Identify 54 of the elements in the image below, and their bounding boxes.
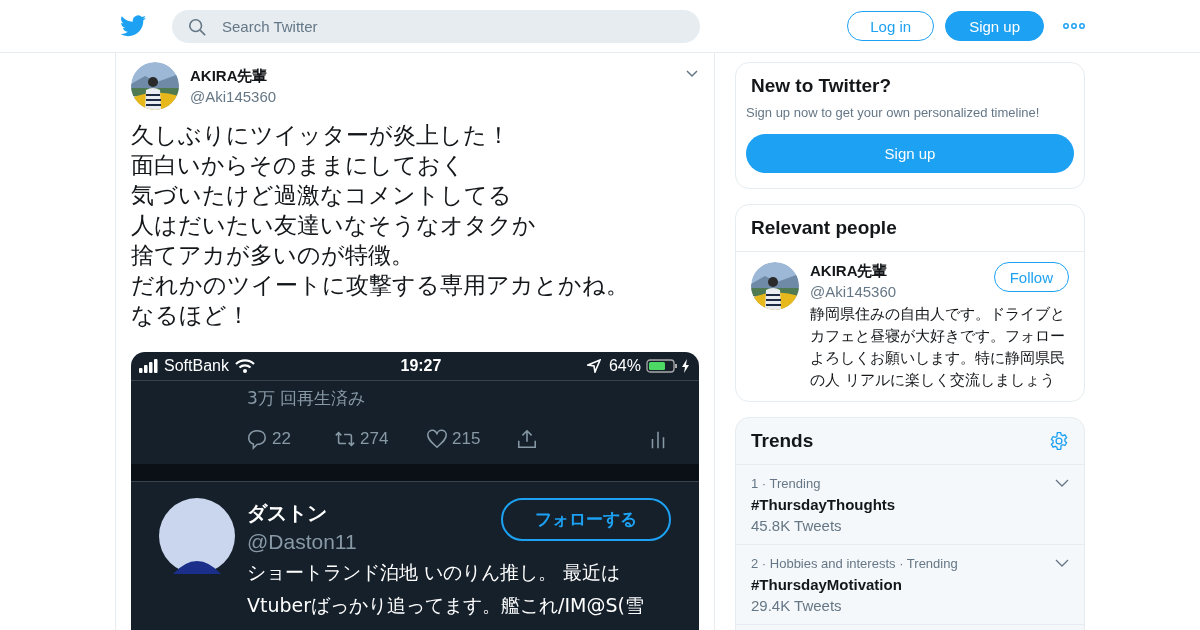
tweet-count: 45.8K Tweets — [751, 517, 843, 534]
tweet-text-line: だれかのツイートに攻撃する専用アカとかね。 — [131, 271, 629, 300]
signup-button[interactable]: Sign up — [945, 11, 1044, 41]
profile-handle[interactable]: @Daston11 — [247, 530, 357, 554]
heart-icon[interactable] — [426, 428, 448, 450]
tweet-text-line: 久しぶりにツイッターが炎上した！ — [131, 121, 510, 150]
battery-icon — [646, 359, 678, 373]
card-text: Sign up now to get your own personalized timeline! — [745, 105, 1041, 120]
search-icon — [188, 17, 206, 36]
speech-bubble-icon[interactable] — [246, 428, 268, 450]
signup-button[interactable]: Sign up — [746, 134, 1074, 173]
action-count: 274 — [360, 429, 389, 449]
login-button[interactable]: Log in — [847, 11, 935, 41]
action-count: 22 — [272, 429, 291, 449]
follow-button[interactable]: Follow — [993, 262, 1069, 292]
trend-meta: 2 · Hobbies and interests · Trending — [751, 556, 958, 571]
author-name[interactable]: AKIRA先輩 — [190, 67, 277, 86]
trend-meta: 1 · Trending — [751, 476, 821, 491]
chevron-down-icon[interactable] — [1055, 558, 1069, 568]
tweet-text-line: なるほど！ — [131, 301, 250, 330]
chevron-down-icon[interactable] — [1055, 478, 1069, 488]
profile-bio-line: Vtuberばっかり追ってます。艦これ/IM@S(雪 — [247, 593, 645, 618]
bird-logo-icon[interactable] — [120, 15, 146, 37]
person-bio: 静岡県住みの自由人です。ドライブとカフェと昼寝が大好きです。フォローよろしくお願いします。特に静岡県民の人 リアルに楽しく交流しましょう — [810, 304, 1066, 391]
search-field[interactable]: Search Twitter — [172, 9, 700, 43]
clock-time: 19:27 — [400, 357, 442, 374]
tweet-text-line: 捨てアカが多いのが特徴。 — [131, 241, 414, 270]
profile-name[interactable]: ダストン — [247, 500, 357, 527]
tweet-text-line: 人はだいたい友達いなそうなオタクか — [131, 211, 536, 240]
view-count: 3万 回再生済み — [246, 387, 367, 410]
wifi-icon — [234, 359, 255, 373]
share-icon[interactable] — [516, 428, 538, 450]
more-icon[interactable] — [1063, 23, 1085, 29]
card-title: New to Twitter? — [750, 74, 893, 98]
person-handle[interactable]: @Aki145360 — [810, 283, 897, 300]
charging-bolt-icon — [681, 359, 691, 373]
person-name[interactable]: AKIRA先輩 — [810, 262, 897, 281]
avatar[interactable] — [159, 498, 235, 574]
profile-bio-line: ショートランド泊地 いのりん推し。 最近は — [247, 560, 622, 585]
follow-button[interactable]: フォローする — [501, 498, 671, 541]
trend-hashtag[interactable]: #ThursdayMotivation — [751, 576, 1069, 593]
location-arrow-icon — [586, 359, 601, 373]
tweet-text-line: 面白いからそのままにしておく — [131, 151, 465, 180]
tweet-count: 29.4K Tweets — [751, 597, 843, 614]
author-handle[interactable]: @Aki145360 — [190, 88, 277, 105]
card-title: Relevant people — [736, 205, 1084, 252]
signal-icon — [139, 359, 159, 373]
tweet-text-line: 気づいたけど過激なコメントしてる — [131, 181, 512, 210]
battery-percent: 64% — [608, 357, 641, 375]
card-title: Trends — [750, 429, 815, 453]
settings-icon[interactable] — [1049, 431, 1069, 451]
action-count: 215 — [452, 429, 481, 449]
carrier-name: SoftBank — [164, 357, 229, 375]
trend-hashtag[interactable]: #ThursdayThoughts — [751, 496, 1069, 513]
